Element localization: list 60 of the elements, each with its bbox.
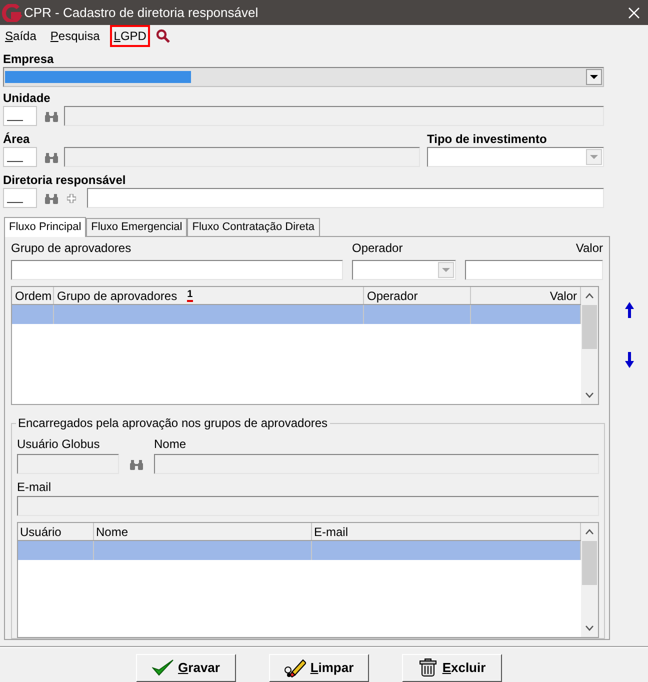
field-label: Grupo de aprovadores (11, 241, 132, 255)
action-button[interactable]: Limpar (269, 654, 369, 682)
scroll-up-icon[interactable] (585, 529, 594, 535)
window-title: CPR - Cadastro de diretoria responsável (24, 4, 260, 22)
approver-group-field[interactable] (11, 260, 343, 280)
tab[interactable]: Fluxo Contratação Direta (187, 218, 320, 236)
unit-name-field[interactable] (64, 106, 604, 126)
app-logo-icon (2, 4, 22, 22)
scrollbar[interactable] (581, 523, 598, 637)
checkmark-icon (152, 659, 174, 677)
scroll-down-icon[interactable] (585, 625, 594, 631)
menu-item[interactable]: LGPD (110, 25, 150, 47)
tab[interactable]: Fluxo Emergencial (86, 218, 188, 236)
binoculars-icon[interactable] (130, 459, 143, 470)
scrollbar[interactable] (581, 287, 598, 404)
menu-item[interactable]: Saída (1, 25, 40, 47)
field-label: Empresa (3, 52, 55, 66)
column-header[interactable]: Ordem (12, 287, 54, 304)
group-box-title: Encarregados pela aprovação nos grupos de aprovadores (16, 416, 330, 430)
eraser-pen-icon (284, 658, 306, 678)
action-button[interactable]: Gravar (136, 654, 236, 682)
binoculars-icon[interactable] (45, 110, 58, 122)
scroll-up-icon[interactable] (585, 293, 594, 299)
trash-can-icon (418, 658, 438, 678)
column-header[interactable]: Nome (94, 523, 312, 540)
field-label: Usuário Globus (17, 437, 101, 451)
tab[interactable]: Fluxo Principal (4, 217, 86, 237)
column-header[interactable]: Grupo de aprovadores 1 (54, 287, 364, 304)
binoculars-icon[interactable] (45, 152, 58, 162)
action-button[interactable]: Excluir (402, 654, 502, 682)
field-label: Nome (154, 437, 188, 451)
column-header[interactable]: Usuário (18, 523, 94, 540)
plus-icon[interactable] (67, 194, 76, 202)
user-field[interactable] (17, 454, 119, 474)
binoculars-icon[interactable] (45, 192, 58, 204)
code-field[interactable] (3, 147, 37, 167)
value-field[interactable] (465, 260, 603, 280)
email-field[interactable] (17, 496, 599, 516)
search-icon[interactable] (156, 29, 170, 43)
field-label: Operador (352, 241, 404, 255)
directorate-field[interactable] (87, 188, 604, 208)
close-icon (628, 6, 640, 18)
sort-indicator: 1 (187, 290, 193, 302)
column-header[interactable]: Operador (364, 287, 471, 304)
menu-item[interactable]: Pesquisa (46, 25, 104, 47)
field-label: E-mail (17, 480, 52, 494)
move-up-icon[interactable] (624, 302, 634, 318)
area-name-field[interactable] (64, 147, 420, 167)
code-field[interactable] (3, 106, 37, 126)
field-label: Diretoria responsável (3, 173, 127, 187)
operator-dropdown[interactable] (352, 260, 456, 280)
field-label: Tipo de investimento (427, 132, 548, 146)
name-field[interactable] (154, 454, 599, 474)
field-label: Valor (576, 241, 603, 255)
field-label: Unidade (3, 91, 52, 105)
move-down-icon[interactable] (624, 352, 634, 368)
field-label: Área (3, 132, 31, 146)
investment-type-dropdown[interactable] (427, 147, 604, 167)
code-field[interactable] (3, 188, 37, 208)
scroll-down-icon[interactable] (585, 392, 594, 398)
